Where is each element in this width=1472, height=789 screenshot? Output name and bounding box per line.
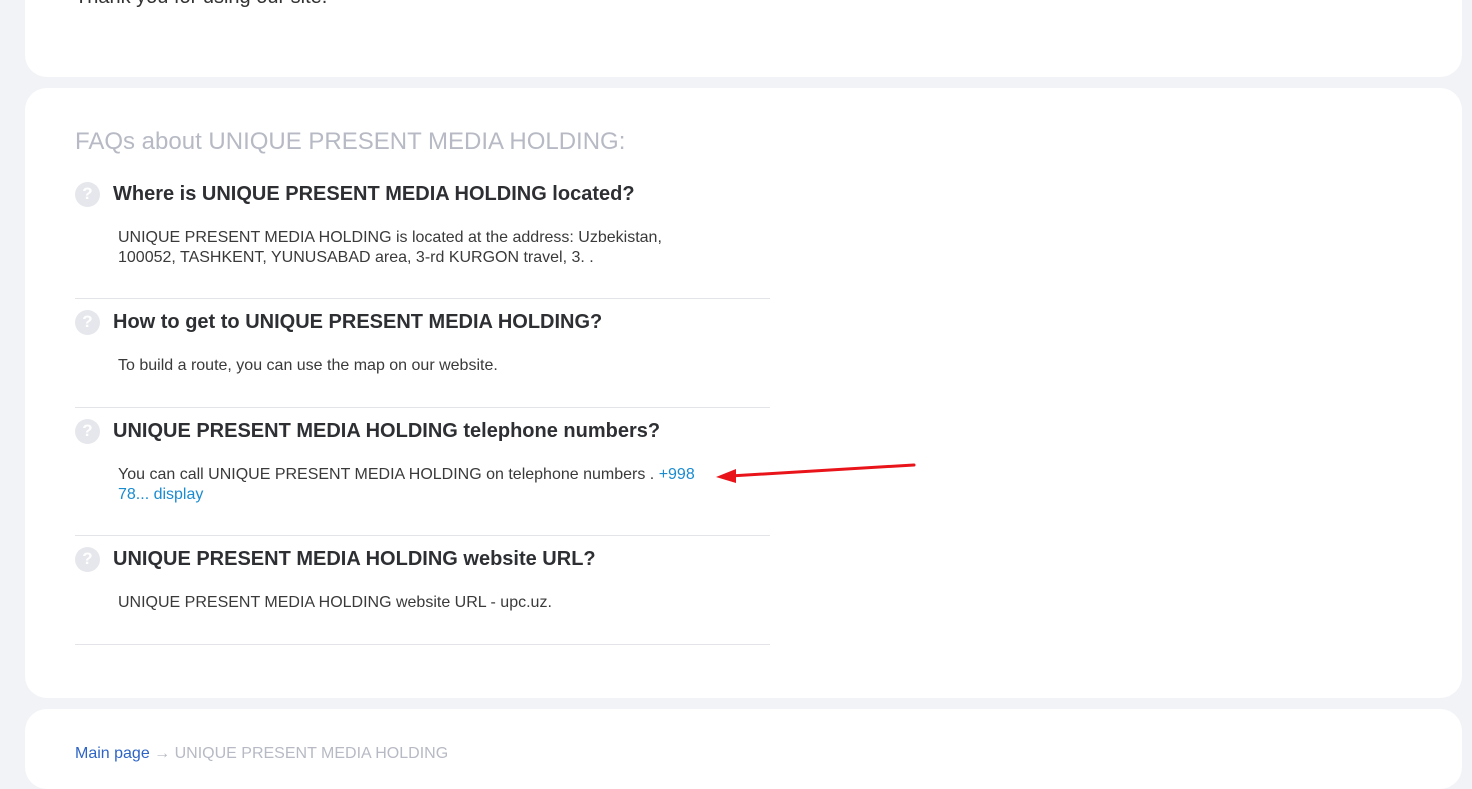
question-mark-icon: ? <box>75 546 100 572</box>
faq-item-telephone: ? UNIQUE PRESENT MEDIA HOLDING telephone… <box>75 408 770 536</box>
breadcrumb-current: UNIQUE PRESENT MEDIA HOLDING <box>174 745 449 762</box>
faq-item-website: ? UNIQUE PRESENT MEDIA HOLDING website U… <box>75 536 770 645</box>
faq-answer: To build a route, you can use the map on… <box>118 357 498 374</box>
faq-item-location: ? Where is UNIQUE PRESENT MEDIA HOLDING … <box>75 171 770 299</box>
red-arrow-annotation <box>716 463 916 483</box>
faq-card: FAQs about UNIQUE PRESENT MEDIA HOLDING:… <box>25 88 1462 698</box>
arrow-shaft <box>728 463 916 478</box>
faq-question-row: ? How to get to UNIQUE PRESENT MEDIA HOL… <box>75 299 770 345</box>
faq-answer: UNIQUE PRESENT MEDIA HOLDING is located … <box>118 229 662 266</box>
question-mark-icon: ? <box>75 181 100 207</box>
faq-item-route: ? How to get to UNIQUE PRESENT MEDIA HOL… <box>75 299 770 408</box>
faq-question-row: ? UNIQUE PRESENT MEDIA HOLDING telephone… <box>75 408 770 454</box>
faq-question-row: ? UNIQUE PRESENT MEDIA HOLDING website U… <box>75 536 770 582</box>
faq-question: How to get to UNIQUE PRESENT MEDIA HOLDI… <box>113 310 603 333</box>
faq-answer-text: You can call UNIQUE PRESENT MEDIA HOLDIN… <box>118 466 659 483</box>
breadcrumb-separator: → <box>149 745 175 762</box>
breadcrumb-main-page-link[interactable]: Main page <box>75 745 150 762</box>
question-mark-icon: ? <box>75 309 100 335</box>
breadcrumb: Main page → UNIQUE PRESENT MEDIA HOLDING <box>75 745 448 763</box>
thanks-text: Thank you for using our site. <box>75 0 327 9</box>
breadcrumb-card: Main page → UNIQUE PRESENT MEDIA HOLDING <box>25 709 1462 789</box>
arrow-head <box>716 469 736 483</box>
info-card: Thank you for using our site. <box>25 0 1462 77</box>
faq-title: FAQs about UNIQUE PRESENT MEDIA HOLDING: <box>75 128 626 155</box>
faq-question: UNIQUE PRESENT MEDIA HOLDING telephone n… <box>113 419 661 442</box>
faq-answer: UNIQUE PRESENT MEDIA HOLDING website URL… <box>118 594 552 611</box>
faq-list: ? Where is UNIQUE PRESENT MEDIA HOLDING … <box>75 171 770 645</box>
question-mark-icon: ? <box>75 418 100 444</box>
faq-question: UNIQUE PRESENT MEDIA HOLDING website URL… <box>113 547 596 570</box>
faq-answer: You can call UNIQUE PRESENT MEDIA HOLDIN… <box>75 454 715 505</box>
faq-question-row: ? Where is UNIQUE PRESENT MEDIA HOLDING … <box>75 171 770 217</box>
faq-question: Where is UNIQUE PRESENT MEDIA HOLDING lo… <box>113 182 635 205</box>
